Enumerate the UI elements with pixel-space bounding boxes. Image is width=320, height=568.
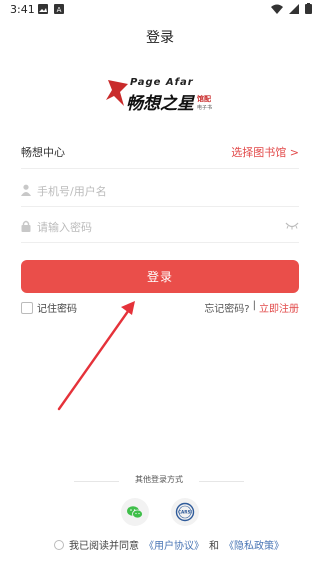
forgot-password-link[interactable]: 忘记密码? <box>204 300 249 315</box>
carsi-icon: CARSI <box>175 502 195 522</box>
user-agreement-link[interactable]: 《用户协议》 <box>144 537 204 552</box>
signal-icon <box>289 3 299 14</box>
password-input[interactable] <box>37 217 287 237</box>
link-separator: | <box>252 300 256 311</box>
agreement-and: 和 <box>209 541 219 552</box>
wechat-icon <box>127 506 143 519</box>
select-library-link[interactable]: 选择图书馆 > <box>231 144 299 160</box>
library-name: 畅想中心 <box>21 146 65 159</box>
username-input[interactable] <box>37 181 287 201</box>
carsi-login-button[interactable]: CARSI <box>171 498 199 526</box>
app-logo: Page Afar 畅想之星 馆配 电子书 <box>104 76 216 114</box>
user-icon <box>21 184 31 196</box>
privacy-policy-link[interactable]: 《隐私政策》 <box>224 537 284 552</box>
agreement-radio[interactable] <box>54 539 64 550</box>
other-login-divider: 其他登录方式 <box>74 474 244 488</box>
wifi-icon <box>271 4 283 14</box>
lock-icon <box>21 220 31 232</box>
other-login-label: 其他登录方式 <box>135 475 183 484</box>
logo-side-subtext: 电子书 <box>197 105 213 111</box>
app-notification-icon: A <box>54 4 64 14</box>
status-bar: 3:41 A <box>0 0 320 20</box>
username-row <box>21 178 299 207</box>
carsi-badge-text: CARSI <box>178 510 193 515</box>
hide-password-eye-icon[interactable] <box>285 222 299 230</box>
register-link[interactable]: 立即注册 <box>259 300 299 315</box>
logo-main-text: 畅想之星 <box>126 94 194 114</box>
gallery-icon <box>38 4 48 14</box>
login-button[interactable]: 登录 <box>21 260 299 293</box>
account-links: 忘记密码? | 立即注册 <box>204 300 299 315</box>
password-row <box>21 214 299 243</box>
library-row: 畅想中心 选择图书馆 > <box>21 140 299 169</box>
svg-text:A: A <box>57 6 62 14</box>
agreement-prefix: 我已阅读并同意 <box>69 541 139 552</box>
status-time: 3:41 <box>10 3 35 16</box>
logo-side-text: 馆配 <box>197 95 211 103</box>
logo-english-text: Page Afar <box>130 77 194 88</box>
page-title: 登录 <box>146 30 174 46</box>
agreement-row: 我已阅读并同意 《用户协议》 和 《隐私政策》 <box>54 537 284 552</box>
annotation-arrow-icon <box>57 301 135 411</box>
battery-icon <box>305 3 312 14</box>
remember-password-checkbox[interactable] <box>21 301 33 314</box>
wechat-login-button[interactable] <box>121 498 149 526</box>
